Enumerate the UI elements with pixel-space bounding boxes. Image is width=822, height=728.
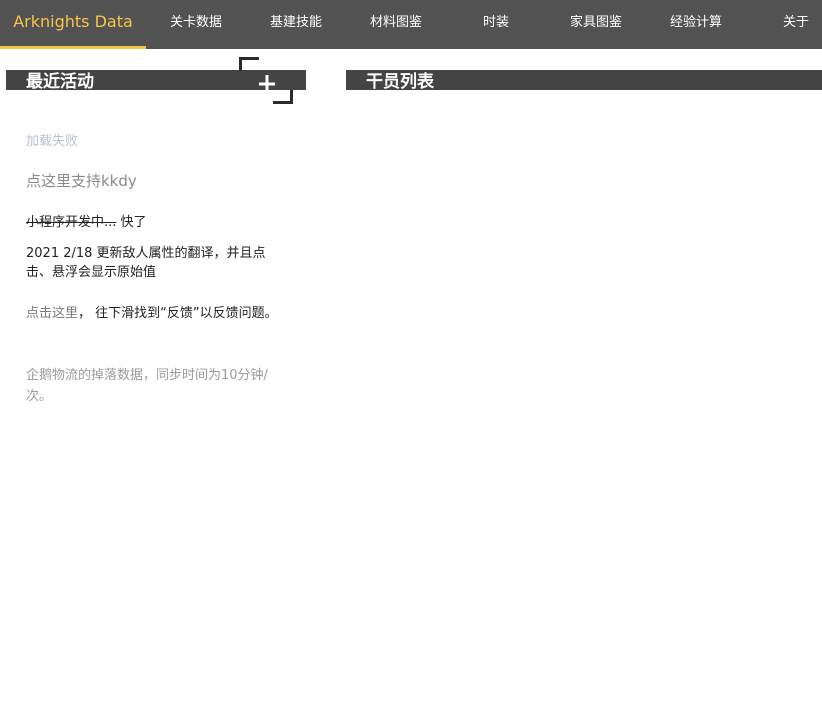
dev-status-suffix: 快了	[116, 215, 147, 230]
fullscreen-bracket-icon[interactable]	[239, 57, 293, 104]
brand-home-link[interactable]: Arknights Data	[0, 0, 146, 49]
nav-item-about[interactable]: 关于	[746, 0, 822, 46]
nav-item-materials[interactable]: 材料图鉴	[346, 0, 446, 46]
feedback-note: 点击这里， 往下滑找到“反馈”以反馈问题。	[26, 303, 288, 324]
feedback-link[interactable]: 点击这里	[26, 306, 78, 321]
nav-item-base-skills[interactable]: 基建技能	[246, 0, 346, 46]
nav-item-stage-data[interactable]: 关卡数据	[146, 0, 246, 46]
nav-item-furniture[interactable]: 家具图鉴	[546, 0, 646, 46]
nav-item-skins[interactable]: 时装	[446, 0, 546, 46]
dev-status-line: 小程序开发中... 快了	[26, 211, 147, 230]
top-navbar: Arknights Data 关卡数据 基建技能 材料图鉴 时装 家具图鉴 经验…	[0, 0, 822, 49]
support-kkdy-link[interactable]: 点这里支持kkdy	[26, 170, 137, 191]
penguin-logistics-note: 企鹅物流的掉落数据，同步时间为10分钟/次。	[26, 368, 268, 404]
operator-list-header: 干员列表	[346, 70, 822, 90]
load-failed-text[interactable]: 加载失败	[26, 130, 78, 149]
dev-status-struck-text: 小程序开发中...	[26, 215, 117, 230]
update-note: 2021 2/18 更新敌人属性的翻译，并且点击、悬浮会显示原始值	[26, 246, 266, 280]
nav-item-exp-calc[interactable]: 经验计算	[646, 0, 746, 46]
feedback-text: ， 往下滑找到“反馈”以反馈问题。	[78, 306, 278, 321]
operator-list-title: 干员列表	[366, 72, 434, 90]
recent-activity-title: 最近活动	[26, 72, 94, 90]
